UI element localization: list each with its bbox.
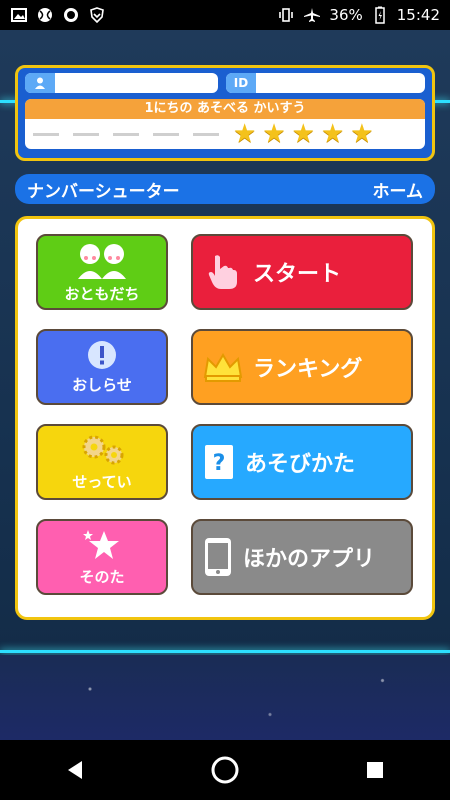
battery-percent: 36%: [329, 6, 363, 24]
battery-icon: [371, 6, 389, 24]
ranking-button[interactable]: ランキング: [191, 329, 413, 405]
plays-panel: 1にちの あそべる かいすう ★ ★ ★ ★ ★: [25, 99, 425, 149]
other-button[interactable]: そのた: [36, 519, 168, 595]
pointing-hand-icon: [203, 252, 243, 292]
exclamation-icon: [87, 340, 117, 370]
plays-body: ★ ★ ★ ★ ★: [25, 119, 425, 149]
home-label: ホーム: [372, 181, 424, 202]
star-icon: ★: [320, 119, 345, 149]
dash: [33, 132, 59, 136]
gears-icon: [76, 433, 128, 467]
home-button[interactable]: [205, 750, 245, 790]
start-button[interactable]: スタート: [191, 234, 413, 310]
circle-icon: [62, 6, 80, 24]
crown-icon: [203, 351, 243, 383]
dash: [113, 132, 139, 136]
title-bar: ナンバーシューター ホーム: [15, 174, 435, 204]
friends-button[interactable]: おともだち: [36, 234, 168, 310]
home-circle-icon: [211, 756, 239, 784]
settings-label: せってい: [72, 472, 132, 491]
app-title: ナンバーシューター: [27, 181, 180, 202]
vibrate-icon: [277, 6, 295, 24]
ball-icon: [36, 6, 54, 24]
star-icon: ★: [350, 119, 374, 149]
back-button[interactable]: [55, 750, 95, 790]
news-button[interactable]: おしらせ: [36, 329, 168, 405]
howto-button[interactable]: ? あそびかた: [191, 424, 413, 500]
gallery-icon: [10, 6, 28, 24]
shield-icon: [88, 6, 106, 24]
star-icon: ★: [262, 119, 286, 149]
user-icon: [25, 73, 55, 93]
svg-text:?: ?: [213, 451, 226, 476]
dash: [193, 132, 219, 136]
starfield-background: [0, 655, 450, 740]
name-field[interactable]: [25, 73, 218, 93]
id-field[interactable]: ID: [226, 73, 425, 93]
dash: [73, 132, 99, 136]
status-bar: 36% 15:42: [0, 0, 450, 30]
other-apps-button[interactable]: ほかのアプリ: [191, 519, 413, 595]
game-area: ID 1にちの あそべる かいすう ★ ★ ★ ★ ★ ナンバーシューター ホー…: [0, 30, 450, 740]
star-icon: ★: [291, 119, 315, 149]
ranking-label: ランキング: [253, 357, 363, 382]
star-icon: ★: [233, 119, 257, 149]
id-label: ID: [226, 73, 256, 93]
settings-button[interactable]: せってい: [36, 424, 168, 500]
navigation-bar: [0, 740, 450, 800]
news-label: おしらせ: [72, 375, 132, 394]
dash: [153, 132, 179, 136]
recents-button[interactable]: [355, 750, 395, 790]
glow-line-bottom: [0, 650, 450, 653]
recents-icon: [367, 762, 383, 778]
profile-panel: ID 1にちの あそべる かいすう ★ ★ ★ ★ ★: [15, 65, 435, 161]
other-label: そのた: [79, 567, 125, 586]
smartphone-icon: [203, 537, 233, 577]
howto-label: あそびかた: [245, 452, 356, 477]
other-apps-label: ほかのアプリ: [243, 547, 376, 572]
clock: 15:42: [396, 6, 440, 24]
friends-label: おともだち: [64, 284, 140, 303]
question-book-icon: ?: [203, 443, 235, 481]
friends-icon: [74, 241, 130, 279]
star-sparkle-icon: [80, 528, 124, 562]
back-icon: [68, 761, 82, 779]
plays-title: 1にちの あそべる かいすう: [25, 99, 425, 119]
airplane-icon: [303, 6, 321, 24]
menu-panel: おともだち おしらせ せってい そのた スタート ランキング ? あそびかた ほ…: [15, 216, 435, 620]
start-label: スタート: [253, 262, 342, 287]
